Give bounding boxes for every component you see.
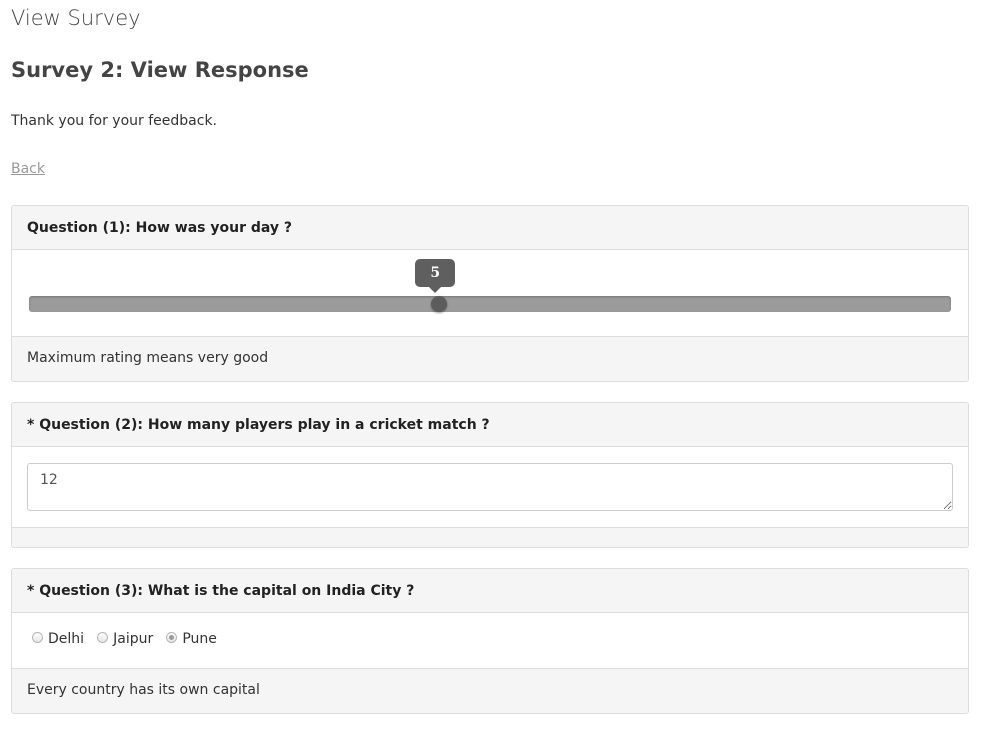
radio-label: Jaipur <box>113 631 154 647</box>
question-1-hint: Maximum rating means very good <box>12 336 968 381</box>
radio-option-jaipur[interactable]: Jaipur <box>97 629 153 649</box>
question-2-body: 12 <box>12 447 968 527</box>
question-1-panel: Question (1): How was your day ? 5 Maxim… <box>11 205 969 382</box>
question-2-footer <box>12 527 968 547</box>
radio-label: Pune <box>182 631 217 647</box>
radio-option-delhi[interactable]: Delhi <box>32 629 84 649</box>
question-3-hint: Every country has its own capital <box>12 668 968 713</box>
question-3-title: * Question (3): What is the capital on I… <box>12 569 968 613</box>
radio-button[interactable] <box>97 631 109 643</box>
radio-button[interactable] <box>32 631 43 643</box>
thank-you-message: Thank you for your feedback. <box>11 113 218 129</box>
survey-title: Survey 2: View Response <box>11 58 309 82</box>
back-link[interactable]: Back <box>11 159 45 179</box>
question-3-body: Delhi Jaipur Pune <box>12 613 968 668</box>
question-3-panel: * Question (3): What is the capital on I… <box>11 568 969 714</box>
question-1-body: 5 <box>12 250 968 336</box>
rating-slider-track[interactable] <box>29 296 951 312</box>
question-1-title: Question (1): How was your day ? <box>12 206 968 250</box>
radio-option-pune[interactable]: Pune <box>166 629 217 649</box>
question-2-panel: * Question (2): How many players play in… <box>11 402 969 548</box>
page-heading: View Survey <box>11 6 141 30</box>
answer-textarea[interactable]: 12 <box>27 463 953 511</box>
survey-page: View Survey Survey 2: View Response Than… <box>0 0 996 736</box>
rating-slider-tooltip: 5 <box>415 259 456 293</box>
question-2-title: * Question (2): How many players play in… <box>12 403 968 447</box>
radio-button[interactable] <box>166 631 178 643</box>
radio-label: Delhi <box>48 631 85 647</box>
